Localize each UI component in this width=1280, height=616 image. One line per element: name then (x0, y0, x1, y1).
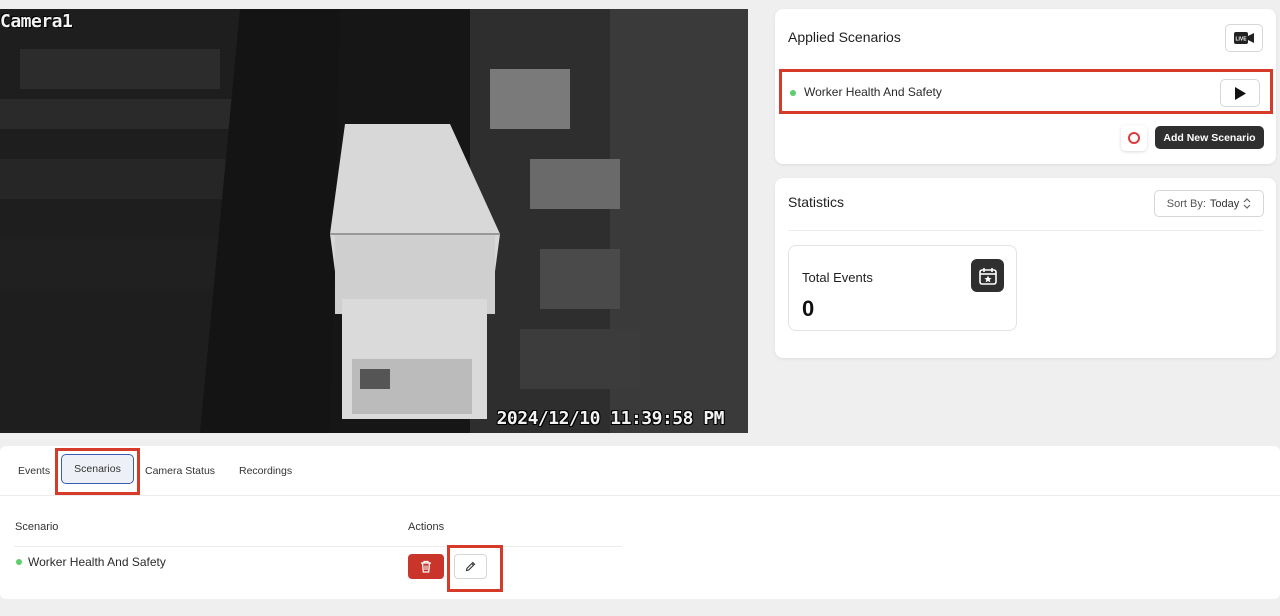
statistics-title: Statistics (788, 194, 845, 210)
table-row-scenario-name: Worker Health And Safety (28, 555, 166, 569)
bottom-panel: Events Scenarios Camera Status Recording… (0, 446, 1280, 599)
tab-scenarios[interactable]: Scenarios (61, 454, 134, 484)
camera-image (0, 9, 748, 433)
play-button[interactable] (1220, 79, 1260, 107)
applied-scenarios-card: Applied Scenarios LIVE Worker Health And… (775, 9, 1276, 164)
svg-text:LIVE: LIVE (1235, 37, 1247, 43)
live-view-button[interactable]: LIVE (1225, 24, 1263, 52)
total-events-label: Total Events (802, 270, 873, 285)
sort-value: Today (1209, 197, 1240, 210)
delete-button[interactable] (408, 554, 444, 579)
tab-bar: Events Scenarios Camera Status Recording… (0, 446, 1280, 496)
tab-events[interactable]: Events (18, 465, 50, 477)
applied-scenario-name: Worker Health And Safety (804, 85, 942, 99)
statistics-card: Statistics Sort By: Today Total Events 0 (775, 178, 1276, 358)
record-button[interactable] (1121, 125, 1147, 151)
play-icon (1235, 86, 1246, 100)
record-icon (1128, 132, 1140, 144)
pencil-icon (465, 561, 476, 572)
camera-name-overlay: Camera1 (0, 11, 73, 32)
add-new-scenario-button[interactable]: Add New Scenario (1155, 126, 1264, 149)
divider (788, 230, 1263, 231)
applied-scenario-row[interactable]: Worker Health And Safety (779, 69, 1273, 114)
calendar-star-icon (971, 259, 1004, 292)
total-events-card: Total Events 0 (788, 245, 1017, 331)
tab-recordings[interactable]: Recordings (239, 465, 292, 477)
total-events-value: 0 (802, 296, 815, 321)
applied-scenarios-title: Applied Scenarios (788, 29, 901, 45)
edit-button[interactable] (454, 554, 487, 579)
sort-by-dropdown[interactable]: Sort By: Today (1154, 190, 1264, 217)
table-divider (14, 546, 622, 547)
trash-icon (421, 560, 431, 573)
tab-camera-status[interactable]: Camera Status (145, 465, 215, 477)
camera-feed: Camera1 2024/12/10 11:39:58 PM (0, 9, 748, 433)
column-header-scenario: Scenario (15, 521, 59, 533)
live-camera-icon: LIVE (1234, 32, 1254, 44)
sort-label: Sort By: (1166, 197, 1206, 210)
camera-timestamp-overlay: 2024/12/10 11:39:58 PM (496, 408, 725, 429)
status-dot (16, 559, 22, 565)
column-header-actions: Actions (408, 521, 445, 533)
chevron-up-down-icon (1243, 198, 1251, 209)
status-dot (790, 90, 796, 96)
